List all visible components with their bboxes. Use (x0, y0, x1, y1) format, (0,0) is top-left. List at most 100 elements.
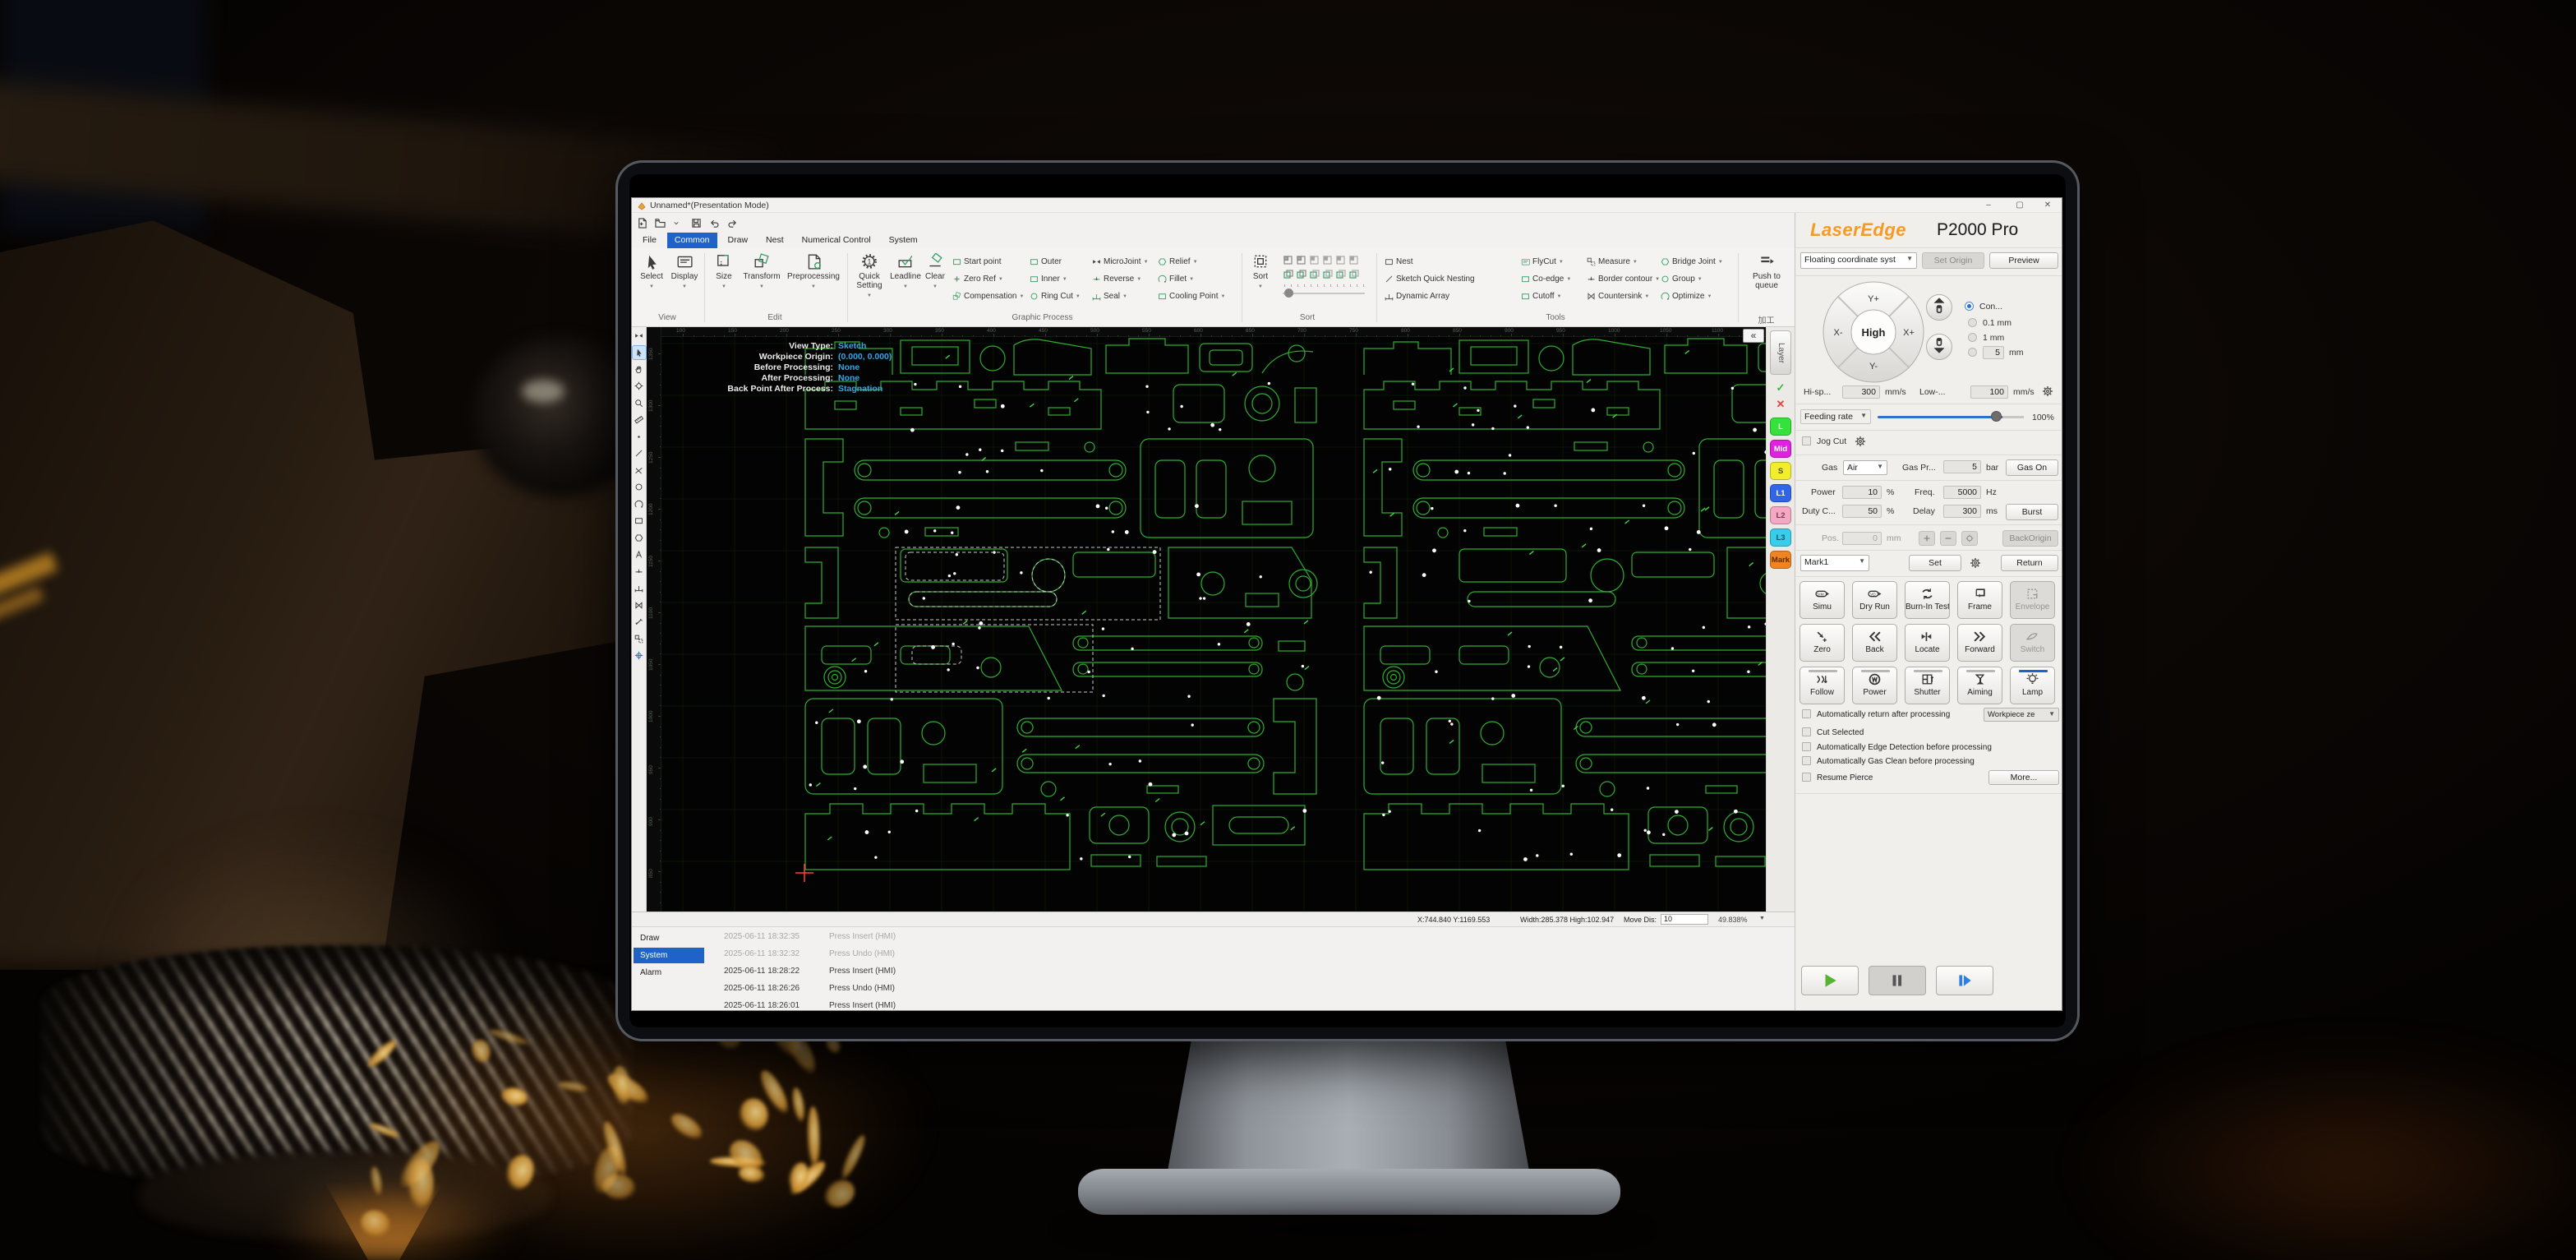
ribbon-button-push-to-queue[interactable]: Push to queue (1743, 253, 1790, 290)
sort-option-icon[interactable] (1283, 269, 1293, 279)
save-icon[interactable] (691, 218, 702, 229)
jog-center-button[interactable]: High (1862, 326, 1886, 339)
gas-pressure-field[interactable]: 5 (1943, 460, 1981, 473)
sort-option-icon[interactable] (1335, 269, 1346, 279)
draw-rect-tool[interactable] (633, 515, 646, 528)
jog-y-minus-button[interactable]: Y- (1869, 362, 1878, 372)
feeding-slider-thumb[interactable] (1991, 411, 2002, 422)
ribbon-item-sketch-quick-nesting[interactable]: Sketch Quick Nesting (1385, 273, 1514, 285)
set-button[interactable]: Set (1909, 555, 1961, 571)
ribbon-button-leadline[interactable]: Leadline▼ (888, 253, 923, 292)
draw-line-tool[interactable] (633, 447, 646, 460)
step-radio-0[interactable] (1965, 302, 1974, 311)
ribbon-item-ring-cut[interactable]: Ring Cut▼ (1030, 290, 1090, 302)
delay-field[interactable]: 300 (1943, 505, 1981, 518)
burst-button[interactable]: Burst (2006, 504, 2058, 520)
origin-tool[interactable] (633, 649, 646, 662)
jog-cut-gear-icon[interactable] (1855, 436, 1866, 447)
aiming-button[interactable]: Aiming (1957, 667, 2002, 704)
ribbon-item-compensation[interactable]: Compensation▼ (952, 290, 1028, 302)
draw-polygon-tool[interactable] (633, 531, 646, 544)
return-button[interactable]: Return (2001, 555, 2058, 571)
spray-tool[interactable] (633, 616, 646, 629)
sort-option-icon[interactable] (1296, 255, 1306, 265)
ribbon-item-nest[interactable]: Nest (1385, 256, 1514, 268)
new-file-icon[interactable] (637, 218, 647, 229)
ribbon-item-optimize[interactable]: Optimize▼ (1661, 290, 1731, 302)
checkbox[interactable] (1802, 709, 1811, 718)
sort-option-icon[interactable] (1335, 255, 1346, 265)
insert-node-tool[interactable] (633, 565, 646, 578)
menu-tab-common[interactable]: Common (667, 233, 717, 248)
log-tab-system[interactable]: System (634, 948, 704, 963)
sort-option-icon[interactable] (1322, 255, 1333, 265)
step-value-field[interactable]: 5 (1983, 346, 2004, 359)
back-origin-button[interactable]: BackOrigin (2002, 530, 2058, 547)
set-origin-button[interactable]: Set Origin (1922, 252, 1984, 269)
measure-tool[interactable] (633, 413, 646, 427)
freq-field[interactable]: 5000 (1943, 486, 1981, 499)
low-speed-field[interactable]: 100 (1970, 385, 2008, 399)
ribbon-button-display[interactable]: Display▼ (668, 253, 701, 292)
checkbox[interactable] (1802, 727, 1811, 736)
more-button[interactable]: More... (1988, 770, 2059, 785)
z-up-button[interactable] (1926, 294, 1952, 321)
workpiece-zero-dropdown[interactable]: Workpiece ze▼ (1984, 708, 2059, 722)
zero-button[interactable]: Zero (1800, 624, 1845, 662)
layer-chip-l1[interactable]: L1 (1770, 484, 1791, 502)
sort-option-icon[interactable] (1309, 255, 1320, 265)
ribbon-button-select[interactable]: Select▼ (637, 253, 666, 292)
envelope-button[interactable]: Envelope (2010, 581, 2055, 619)
ribbon-button-preprocessing[interactable]: Preprocessing▼ (786, 253, 841, 292)
pan-tool[interactable] (633, 362, 646, 376)
sort-option-icon[interactable] (1283, 255, 1293, 265)
layer-chip-l2[interactable]: L2 (1770, 506, 1791, 524)
ribbon-item-relief[interactable]: Relief▼ (1158, 256, 1230, 268)
burn-in-test-button[interactable]: Burn-In Test (1905, 581, 1950, 619)
jog-x-minus-button[interactable]: X- (1834, 328, 1843, 338)
jog-cut-checkbox[interactable] (1802, 436, 1811, 445)
redo-icon[interactable] (727, 218, 738, 229)
layer-tab[interactable]: Layer (1770, 330, 1791, 375)
bowtie-tool[interactable] (633, 598, 646, 612)
ribbon-item-co-edge[interactable]: Co-edge▼ (1521, 273, 1582, 285)
layer-chip-l[interactable]: L (1770, 418, 1791, 436)
back-button[interactable]: Back (1852, 624, 1897, 662)
sort-option-icon[interactable] (1322, 269, 1333, 279)
preview-button[interactable]: Preview (1989, 252, 2058, 269)
coordinate-system-dropdown[interactable]: Floating coordinate syst▼ (1800, 252, 1917, 269)
draw-arc-tool[interactable] (633, 497, 646, 510)
forward-button[interactable]: Forward (1957, 624, 2002, 662)
array-tool[interactable] (633, 632, 646, 645)
ribbon-button-quick-setting[interactable]: 1Quick Setting▼ (852, 253, 887, 301)
move-distance-input[interactable]: 10 (1661, 914, 1708, 925)
dimension-tool[interactable] (633, 582, 646, 595)
jog-y-plus-button[interactable]: Y+ (1868, 294, 1879, 304)
close-button[interactable]: ✕ (2037, 199, 2058, 212)
draw-text-tool[interactable] (633, 548, 646, 561)
frame-button[interactable]: Frame (1957, 581, 2002, 619)
dry-run-button[interactable]: VDDry Run (1852, 581, 1897, 619)
start-button[interactable] (1801, 966, 1859, 995)
follow-button[interactable]: Follow (1800, 667, 1845, 704)
feeding-rate-dropdown[interactable]: Feeding rate▼ (1800, 409, 1871, 424)
duty-field[interactable]: 50 (1842, 505, 1882, 518)
sort-option-icon[interactable] (1348, 255, 1359, 265)
power-field[interactable]: 10 (1842, 486, 1882, 499)
menu-tab-file[interactable]: File (635, 233, 664, 248)
ribbon-item-fillet[interactable]: Fillet▼ (1158, 273, 1230, 285)
open-dropdown-icon[interactable] (673, 218, 684, 229)
switch-button[interactable]: Switch (2010, 624, 2055, 662)
speed-settings-gear-icon[interactable] (2042, 385, 2053, 397)
layer-chip-mark[interactable]: Mark (1770, 551, 1791, 569)
sort-option-icon[interactable] (1309, 269, 1320, 279)
zoom-caret-icon[interactable]: ▼ (1759, 916, 1765, 921)
ribbon-item-countersink[interactable]: Countersink▼ (1587, 290, 1657, 302)
zoom-tool[interactable] (633, 396, 646, 409)
draw-cross-tool[interactable] (633, 464, 646, 477)
locate-button[interactable]: Locate (1905, 624, 1950, 662)
maximize-button[interactable]: ▢ (2009, 199, 2030, 212)
ribbon-button-transform[interactable]: Transform▼ (740, 253, 783, 292)
menu-tab-numerical-control[interactable]: Numerical Control (795, 233, 878, 248)
shutter-button[interactable]: Shutter (1905, 667, 1950, 704)
